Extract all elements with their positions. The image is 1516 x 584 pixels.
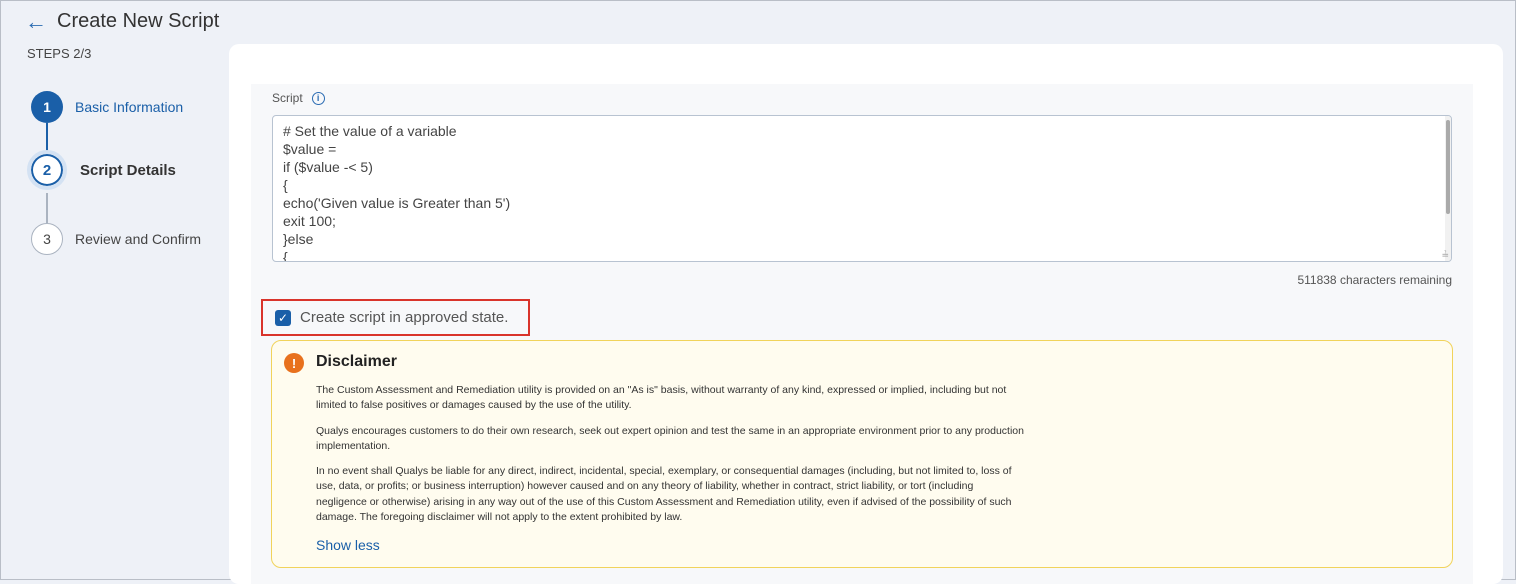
resize-handle-icon[interactable]: ≟ [1441,251,1449,260]
page-header: ← Create New Script [25,10,219,33]
disclaimer-body: The Custom Assessment and Remediation ut… [316,383,1026,535]
step-script-details[interactable]: 2 Script Details [27,150,176,190]
characters-remaining: 511838 characters remaining [1297,273,1452,287]
disclaimer-paragraph: The Custom Assessment and Remediation ut… [316,384,1007,412]
script-label-text: Script [272,91,303,105]
disclaimer-paragraph: Qualys encourages customers to do their … [316,424,1024,452]
script-textarea[interactable]: # Set the value of a variable $value = i… [272,115,1452,262]
steps-counter: STEPS 2/3 [27,46,92,61]
step-label: Script Details [80,161,176,179]
step-number: 1 [31,91,63,123]
warning-icon: ! [284,353,304,373]
disclaimer-paragraph: In no event shall Qualys be liable for a… [316,465,1012,524]
approved-state-checkbox[interactable]: ✓ [275,309,291,326]
script-field-label: Script i [272,91,325,105]
step-connector [46,193,48,223]
step-basic-information[interactable]: 1 Basic Information [31,91,183,123]
step-label: Basic Information [75,99,184,115]
disclaimer-panel: ! Disclaimer The Custom Assessment and R… [271,340,1453,568]
page-title: Create New Script [57,10,220,32]
form-card: Script i # Set the value of a variable $… [229,44,1503,584]
approved-state-label[interactable]: Create script in approved state. [300,309,508,326]
arrow-left-icon[interactable]: ← [25,10,47,33]
step-label: Review and Confirm [75,231,202,247]
step-number: 2 [27,150,67,190]
script-content[interactable]: # Set the value of a variable $value = i… [273,116,1451,261]
scrollbar[interactable] [1445,116,1451,261]
script-details-section: Script i # Set the value of a variable $… [251,84,1473,584]
step-number: 3 [31,223,63,255]
show-less-link[interactable]: Show less [316,537,380,553]
scroll-thumb[interactable] [1446,120,1450,214]
disclaimer-title: Disclaimer [316,353,397,370]
step-connector [46,123,48,153]
info-icon[interactable]: i [311,91,325,105]
approved-state-option[interactable]: ✓ Create script in approved state. [261,299,530,336]
step-review-and-confirm[interactable]: 3 Review and Confirm [31,223,201,255]
